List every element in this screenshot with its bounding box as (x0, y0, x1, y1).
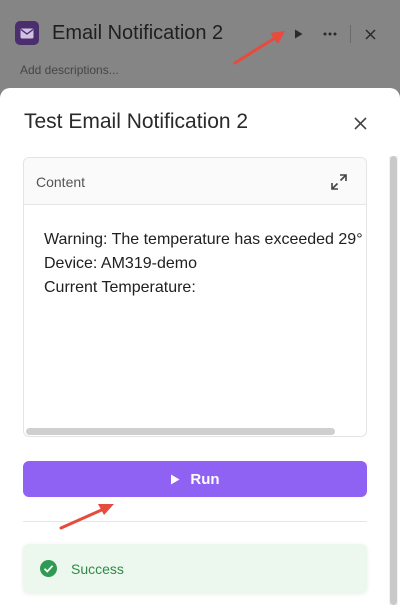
node-header: Email Notification 2 Add descriptions... (0, 0, 400, 92)
play-icon[interactable] (288, 22, 308, 46)
expand-icon[interactable] (329, 172, 349, 192)
content-card: Content Warning: The temperature has exc… (23, 157, 367, 437)
check-circle-icon (40, 560, 57, 577)
divider (23, 521, 367, 522)
content-line: Current Temperature: (44, 279, 196, 296)
run-button[interactable]: Run (23, 461, 367, 497)
modal-title: Test Email Notification 2 (24, 110, 249, 133)
modal-close-icon[interactable] (349, 112, 371, 134)
content-line: Warning: The temperature has exceeded 29… (44, 231, 363, 248)
success-label: Success (71, 561, 124, 577)
horizontal-scrollbar[interactable] (26, 428, 335, 435)
close-icon[interactable] (360, 22, 380, 46)
content-label: Content (36, 174, 86, 190)
test-modal: Test Email Notification 2 Content Warnin… (0, 88, 400, 605)
description-placeholder[interactable]: Add descriptions... (20, 63, 119, 77)
play-icon (171, 474, 180, 484)
header-divider (350, 25, 351, 43)
node-title: Email Notification 2 (52, 22, 224, 44)
mail-icon (15, 21, 39, 45)
content-text: Warning: The temperature has exceeded 29… (44, 228, 364, 300)
content-line: Device: AM319-demo (44, 255, 197, 272)
run-label: Run (190, 470, 220, 488)
success-status: Success (23, 544, 367, 593)
more-icon[interactable] (320, 22, 340, 46)
modal-scrollbar[interactable] (390, 156, 397, 605)
content-header: Content (24, 158, 366, 205)
